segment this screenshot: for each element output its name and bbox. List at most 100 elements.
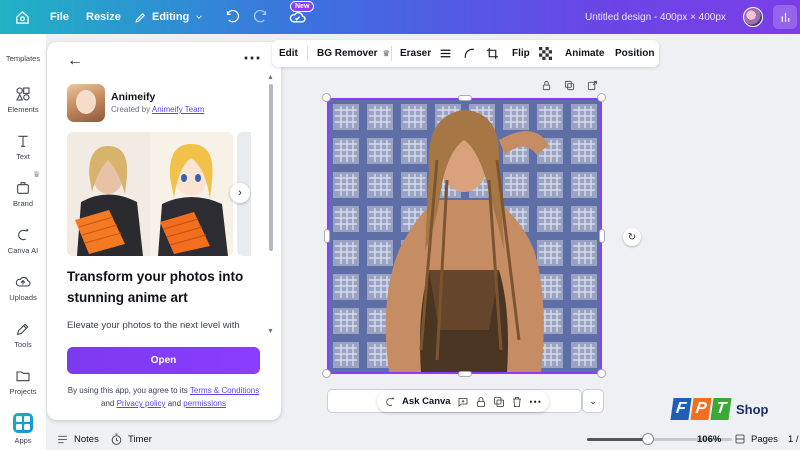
terms-prefix: By using this app, you agree to its [67,386,190,395]
crop-button[interactable] [486,40,499,67]
sidebar-item-brand[interactable]: Brand [0,180,46,208]
crown-icon: ♛ [382,49,390,58]
sidebar-item-tools[interactable]: Tools [0,321,46,349]
resize-handle-top-right[interactable] [597,93,606,102]
redo-icon [253,9,267,22]
scroll-up-icon[interactable]: ▲ [267,74,274,81]
resize-handle-top-left[interactable] [322,93,331,102]
ask-canva-toolbar: Ask Canva ⋯ [377,391,550,412]
more-options-icon[interactable]: ⋯ [243,48,262,69]
home-icon [16,10,29,24]
trash-icon[interactable] [511,396,523,408]
privacy-link[interactable]: Privacy policy [117,399,166,408]
tools-icon [16,323,29,336]
pages-icon [735,434,745,444]
design-title[interactable]: Untitled design - 400px × 400px [585,0,726,34]
uploads-icon [15,277,31,287]
flip-button[interactable]: Flip [512,40,530,67]
duplicate-icon[interactable] [493,396,505,408]
sidebar-item-label: Elements [7,105,39,114]
sidebar-item-templates[interactable]: Templates [0,54,46,63]
resize-handle-bottom[interactable] [458,371,472,377]
sidebar-item-apps[interactable]: Apps [0,413,46,445]
open-app-button[interactable]: Open [67,347,260,374]
logo-shop-text: Shop [736,401,769,417]
position-button[interactable]: Position [615,40,654,67]
resize-button[interactable]: Resize [86,0,121,34]
pages-button[interactable]: Pages [734,428,778,450]
pages-label: Pages [751,433,778,445]
bg-remover-label: BG Remover [317,48,378,59]
avatar[interactable] [743,7,763,27]
bg-remover-button[interactable]: BG Remover ♛ [317,40,390,67]
canva-ai-icon [386,397,394,406]
canvas-photo [329,100,600,372]
resize-handle-left[interactable] [324,229,330,243]
app-name: Animeify [111,91,156,103]
resize-label: Resize [86,11,121,23]
lock-icon[interactable] [475,396,487,408]
corner-rounding-button[interactable] [463,40,476,67]
bottom-bar: Notes Timer 106% Pages 1 / [46,428,800,450]
add-comment-icon[interactable] [457,396,469,408]
file-menu[interactable]: File [50,0,69,34]
terms-and: and [101,399,117,408]
sidebar-item-text[interactable]: Text [0,133,46,161]
logo-letter: P [690,398,712,420]
redo-button[interactable] [253,0,268,34]
resize-handle-bottom-right[interactable] [597,369,606,378]
eraser-button[interactable]: Eraser [400,40,431,67]
terms-and: and [165,399,184,408]
terms-link[interactable]: Terms & Conditions [190,386,259,395]
sidebar-item-elements[interactable]: Elements [0,86,46,114]
panel-scrollbar[interactable] [269,84,273,251]
ask-canva-button[interactable]: Ask Canva [402,396,451,407]
resize-handle-bottom-left[interactable] [322,369,331,378]
zoom-value[interactable]: 106% [697,428,721,450]
home-button[interactable] [15,0,30,34]
undo-button[interactable] [225,0,240,34]
animate-button[interactable]: Animate [565,40,604,67]
add-page-icon[interactable] [586,79,599,92]
timer-icon [111,433,122,445]
creator-link[interactable]: Animeify Team [152,105,204,114]
more-icon[interactable]: ⋯ [529,394,543,410]
transparency-button[interactable] [539,40,552,67]
created-by-prefix: Created by [111,105,152,114]
duplicate-icon[interactable] [563,79,576,92]
lock-icon[interactable] [540,79,553,92]
sidebar-item-canva-ai[interactable]: Canva AI [0,227,46,255]
sidebar-item-label: Uploads [9,293,37,302]
eraser-label: Eraser [400,48,432,59]
sidebar-item-label: Tools [14,340,32,349]
chevron-down-icon[interactable]: ⌄ [582,389,604,413]
scroll-down-icon[interactable]: ▼ [267,328,274,335]
border-style-button[interactable] [439,40,452,67]
editing-dropdown[interactable]: Editing [134,0,204,34]
rotate-icon[interactable]: ↻ [623,228,641,246]
notes-label: Notes [74,433,99,445]
zoom-slider-handle[interactable] [641,433,654,445]
canva-ai-icon [18,229,29,241]
resize-handle-top[interactable] [458,95,472,101]
new-badge: New [290,1,315,12]
apps-icon [13,413,33,433]
app-creator: Created by Animeify Team [111,105,204,114]
resize-handle-right[interactable] [599,229,605,243]
text-icon [18,135,28,147]
folder-icon [16,371,30,382]
chevron-right-icon[interactable]: › [230,183,250,203]
image-toolbar: Edit BG Remover ♛ Eraser Flip Animate Pos… [272,40,659,67]
pencil-icon [135,12,146,23]
timer-button[interactable]: Timer [110,428,152,450]
back-arrow-icon[interactable]: ← [67,52,83,70]
permissions-link[interactable]: permissions [183,399,226,408]
notes-button[interactable]: Notes [56,428,99,450]
elements-icon [16,87,30,101]
sidebar-item-uploads[interactable]: Uploads [0,274,46,302]
edit-button[interactable]: Edit [279,40,298,67]
insights-button[interactable] [773,5,797,29]
design-canvas[interactable] [327,98,602,374]
real-photo-sample [67,132,150,256]
sidebar-item-projects[interactable]: Projects [0,368,46,396]
